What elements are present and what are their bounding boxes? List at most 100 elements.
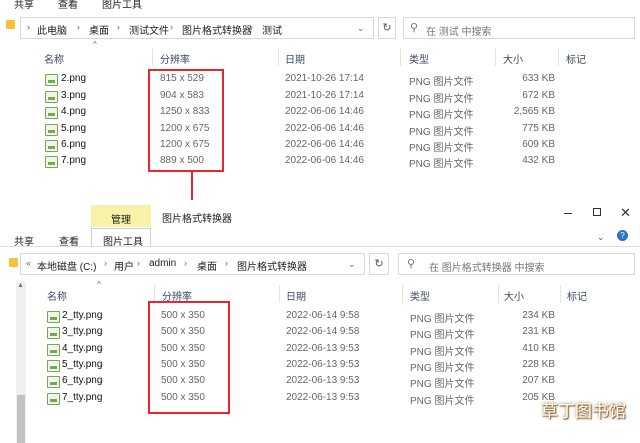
- search-input[interactable]: ⚲ 在 测试 中搜索: [403, 17, 635, 39]
- watermark: 草丁图书馆: [541, 402, 626, 422]
- column-name[interactable]: 名称: [47, 288, 67, 303]
- tab-manage[interactable]: 管理: [111, 211, 131, 226]
- highlight-box-top: [148, 69, 224, 172]
- column-name[interactable]: 名称: [44, 51, 64, 66]
- file-row[interactable]: 5_tty.png 500 x 350 2022-06-13 9:53 PNG …: [0, 358, 640, 374]
- chevron-right-icon: ›: [27, 22, 30, 32]
- png-file-icon: [47, 376, 60, 388]
- window-title: 图片格式转换器: [162, 214, 232, 225]
- refresh-icon[interactable]: ↻: [378, 17, 396, 39]
- png-file-icon: [45, 156, 58, 168]
- breadcrumb-item[interactable]: 桌面: [197, 258, 217, 273]
- breadcrumb-item[interactable]: admin: [149, 258, 176, 269]
- png-file-icon: [47, 327, 60, 339]
- chevron-right-icon: ›: [137, 258, 140, 268]
- column-divider[interactable]: [402, 285, 403, 303]
- help-icon[interactable]: ?: [617, 230, 628, 241]
- column-tags[interactable]: 标记: [567, 288, 587, 303]
- file-type: PNG 图片文件: [409, 159, 474, 170]
- file-row[interactable]: 5.png 1200 x 675 2022-06-06 14:46 PNG 图片…: [0, 122, 640, 138]
- file-size: 775 KB: [522, 123, 555, 134]
- maximize-button[interactable]: [593, 208, 601, 216]
- file-row[interactable]: 3_tty.png 500 x 350 2022-06-14 9:58 PNG …: [0, 325, 640, 341]
- close-button[interactable]: ✕: [620, 205, 631, 221]
- chevron-right-icon: ›: [250, 22, 253, 32]
- file-row[interactable]: 6_tty.png 500 x 350 2022-06-13 9:53 PNG …: [0, 374, 640, 390]
- column-divider[interactable]: [279, 285, 280, 303]
- ribbon-divider: [0, 246, 640, 247]
- file-name: 2_tty.png: [62, 310, 103, 321]
- breadcrumb-item[interactable]: 桌面: [89, 22, 109, 37]
- png-file-icon: [45, 107, 58, 119]
- column-size[interactable]: 大小: [504, 288, 524, 303]
- file-type: PNG 图片文件: [409, 127, 474, 138]
- png-file-icon: [47, 344, 60, 356]
- file-type: PNG 图片文件: [409, 77, 474, 88]
- file-size: 410 KB: [522, 343, 555, 354]
- scroll-up-icon[interactable]: ▲: [17, 282, 24, 289]
- file-date: 2022-06-06 14:46: [285, 139, 364, 150]
- refresh-icon[interactable]: ↻: [369, 253, 389, 275]
- file-row[interactable]: 7.png 889 x 500 2022-06-06 14:46 PNG 图片文…: [0, 154, 640, 170]
- file-row[interactable]: 2_tty.png 500 x 350 2022-06-14 9:58 PNG …: [0, 309, 640, 325]
- column-divider[interactable]: [278, 48, 279, 66]
- tab-share[interactable]: 共享: [14, 0, 34, 11]
- file-size: 228 KB: [522, 359, 555, 370]
- file-name: 7.png: [61, 155, 87, 166]
- column-divider[interactable]: [495, 48, 496, 66]
- file-date: 2022-06-13 9:53: [286, 375, 360, 386]
- png-file-icon: [45, 140, 58, 152]
- chevron-down-icon[interactable]: ⌄: [597, 232, 605, 243]
- file-size: 633 KB: [522, 73, 555, 84]
- breadcrumb-item[interactable]: 图片格式转换器: [182, 22, 252, 37]
- column-divider[interactable]: [152, 48, 153, 66]
- chevron-down-icon[interactable]: ⌄: [348, 259, 356, 270]
- chevron-right-icon: ›: [225, 258, 228, 268]
- file-row[interactable]: 4_tty.png 500 x 350 2022-06-13 9:53 PNG …: [0, 342, 640, 358]
- tab-picture-tools[interactable]: 图片工具: [102, 0, 142, 11]
- file-date: 2022-06-14 9:58: [286, 310, 360, 321]
- file-row[interactable]: 3.png 904 x 583 2021-10-26 17:14 PNG 图片文…: [0, 89, 640, 105]
- column-date[interactable]: 日期: [286, 288, 306, 303]
- address-bar[interactable]: « 本地磁盘 (C:) › 用户 › admin › 桌面 › 图片格式转换器 …: [20, 253, 365, 275]
- file-row[interactable]: 6.png 1200 x 675 2022-06-06 14:46 PNG 图片…: [0, 138, 640, 154]
- file-row[interactable]: 2.png 815 x 529 2021-10-26 17:14 PNG 图片文…: [0, 72, 640, 88]
- file-date: 2022-06-06 14:46: [285, 106, 364, 117]
- chevron-right-icon: ›: [117, 22, 120, 32]
- column-divider[interactable]: [400, 48, 401, 66]
- breadcrumb-item[interactable]: 此电脑: [37, 22, 67, 37]
- minimize-button[interactable]: [564, 213, 572, 214]
- file-name: 4_tty.png: [62, 343, 103, 354]
- file-type: PNG 图片文件: [410, 314, 475, 325]
- tab-view[interactable]: 查看: [58, 0, 78, 11]
- column-size[interactable]: 大小: [503, 51, 523, 66]
- chevron-right-icon: ›: [77, 22, 80, 32]
- column-resolution[interactable]: 分辨率: [160, 51, 190, 66]
- search-placeholder: 在 图片格式转换器 中搜索: [429, 263, 545, 274]
- column-date[interactable]: 日期: [285, 51, 305, 66]
- file-name: 6.png: [61, 139, 87, 150]
- column-tags[interactable]: 标记: [566, 51, 586, 66]
- breadcrumb-item[interactable]: 测试文件: [129, 22, 169, 37]
- breadcrumb-item[interactable]: 测试: [262, 22, 282, 37]
- breadcrumb-item[interactable]: 本地磁盘 (C:): [37, 258, 96, 273]
- file-name: 5_tty.png: [62, 359, 103, 370]
- chevron-down-icon[interactable]: ⌄: [357, 23, 365, 34]
- file-name: 6_tty.png: [62, 375, 103, 386]
- address-bar[interactable]: › 此电脑 › 桌面 › 测试文件 › 图片格式转换器 › 测试 ⌄: [20, 17, 374, 39]
- column-divider[interactable]: [558, 48, 559, 66]
- file-size: 234 KB: [522, 310, 555, 321]
- file-row[interactable]: 4.png 1250 x 833 2022-06-06 14:46 PNG 图片…: [0, 105, 640, 121]
- file-type: PNG 图片文件: [409, 143, 474, 154]
- file-date: 2022-06-06 14:46: [285, 155, 364, 166]
- breadcrumb-item[interactable]: 图片格式转换器: [237, 258, 307, 273]
- column-divider[interactable]: [498, 285, 499, 303]
- column-divider[interactable]: [560, 285, 561, 303]
- search-input[interactable]: ⚲ 在 图片格式转换器 中搜索: [398, 253, 635, 275]
- file-date: 2022-06-13 9:53: [286, 359, 360, 370]
- png-file-icon: [47, 393, 60, 405]
- column-type[interactable]: 类型: [410, 288, 430, 303]
- breadcrumb-item[interactable]: 用户: [114, 258, 134, 273]
- png-file-icon: [45, 74, 58, 86]
- column-type[interactable]: 类型: [409, 51, 429, 66]
